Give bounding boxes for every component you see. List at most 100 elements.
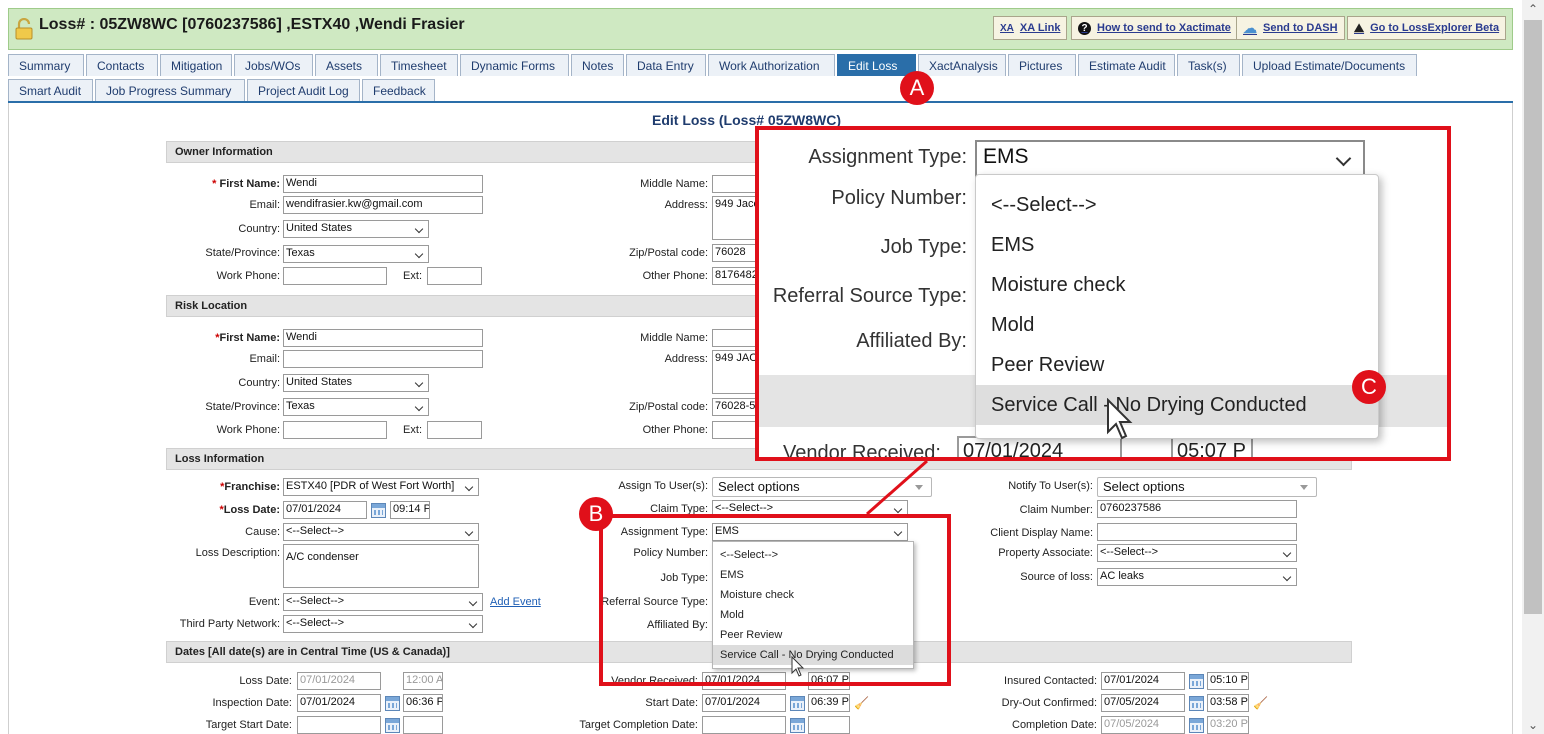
- callout-badge-a: A: [900, 71, 934, 105]
- tab-job-progress-summary[interactable]: Job Progress Summary: [95, 79, 245, 101]
- callout-zoom-box: [755, 126, 1451, 461]
- risk-state-select[interactable]: Texas: [283, 398, 429, 416]
- tab-dynamic-forms[interactable]: Dynamic Forms: [460, 54, 569, 76]
- clear-broom-icon[interactable]: 🧹: [1253, 696, 1268, 710]
- owner-zip-input[interactable]: 76028: [712, 244, 760, 262]
- client-display-name-input[interactable]: [1097, 523, 1297, 541]
- owner-first-name-label: * First Name:: [212, 178, 280, 190]
- target-start-time-input[interactable]: [403, 716, 443, 734]
- tab-estimate-audit[interactable]: Estimate Audit: [1078, 54, 1175, 76]
- scrollbar-thumb[interactable]: [1524, 20, 1542, 614]
- cause-select[interactable]: <--Select-->: [283, 523, 479, 541]
- tab-summary[interactable]: Summary: [8, 54, 84, 76]
- notify-to-users-select[interactable]: Select options: [1097, 477, 1317, 497]
- insured-contacted-date-input[interactable]: 07/01/2024: [1101, 672, 1185, 690]
- tab-assets[interactable]: Assets: [315, 54, 378, 76]
- loss-description-textarea[interactable]: A/C condenser: [283, 544, 479, 588]
- source-of-loss-select[interactable]: AC leaks: [1097, 568, 1297, 586]
- dates-loss-date-input[interactable]: 07/01/2024: [297, 672, 381, 690]
- calendar-icon[interactable]: [371, 503, 386, 518]
- owner-ext-input[interactable]: [427, 267, 482, 285]
- xa-icon: XA: [1000, 22, 1014, 34]
- owner-work-phone-label: Work Phone:: [216, 270, 280, 282]
- franchise-select[interactable]: ESTX40 [PDR of West Fort Worth]: [283, 478, 479, 496]
- dry-out-confirmed-time-input[interactable]: 03:58 P: [1207, 694, 1249, 712]
- risk-country-select[interactable]: United States: [283, 374, 429, 392]
- calendar-icon[interactable]: [1189, 674, 1204, 689]
- tab-jobs-wos[interactable]: Jobs/WOs: [234, 54, 313, 76]
- event-select[interactable]: <--Select-->: [283, 593, 483, 611]
- start-time-input[interactable]: 06:39 P: [808, 694, 850, 712]
- start-date-input[interactable]: 07/01/2024: [702, 694, 786, 712]
- risk-address-input[interactable]: 949 JAC: [712, 350, 760, 394]
- inspection-time-input[interactable]: 06:36 P: [403, 694, 443, 712]
- calendar-icon[interactable]: [385, 696, 400, 711]
- risk-first-name-label: *First Name:: [215, 332, 280, 344]
- third-party-network-select[interactable]: <--Select-->: [283, 615, 483, 633]
- tab-project-audit-log[interactable]: Project Audit Log: [247, 79, 360, 101]
- tab-tasks[interactable]: Task(s): [1177, 54, 1240, 76]
- assign-to-users-select[interactable]: Select options: [712, 477, 932, 497]
- calendar-icon[interactable]: [790, 718, 805, 733]
- owner-work-phone-input[interactable]: [283, 267, 387, 285]
- tab-edit-loss[interactable]: Edit Loss: [837, 54, 916, 76]
- tab-upload-estimate-documents[interactable]: Upload Estimate/Documents: [1242, 54, 1417, 76]
- inspection-date-input[interactable]: 07/01/2024: [297, 694, 381, 712]
- tab-pictures[interactable]: Pictures: [1008, 54, 1076, 76]
- tab-notes[interactable]: Notes: [571, 54, 624, 76]
- risk-work-phone-label: Work Phone:: [216, 424, 280, 436]
- dry-out-confirmed-date-input[interactable]: 07/05/2024: [1101, 694, 1185, 712]
- tab-smart-audit[interactable]: Smart Audit: [8, 79, 93, 101]
- clear-broom-icon[interactable]: 🧹: [854, 696, 869, 710]
- tab-data-entry[interactable]: Data Entry: [626, 54, 706, 76]
- claim-number-input[interactable]: 0760237586: [1097, 500, 1297, 518]
- risk-ext-input[interactable]: [427, 421, 482, 439]
- owner-first-name-input[interactable]: Wendi: [283, 175, 483, 193]
- calendar-icon[interactable]: [1189, 718, 1204, 733]
- owner-other-phone-input[interactable]: 8176482: [712, 267, 760, 285]
- go-to-lossexplorer-button[interactable]: ⛰ Go to LossExplorer Beta: [1347, 16, 1507, 40]
- target-completion-time-input[interactable]: [808, 716, 850, 734]
- scroll-up-arrow-icon[interactable]: ⌃: [1527, 3, 1539, 15]
- calendar-icon[interactable]: [385, 718, 400, 733]
- risk-middle-name-input[interactable]: [712, 329, 760, 347]
- loss-date-input[interactable]: 07/01/2024: [283, 501, 367, 519]
- property-associate-select[interactable]: <--Select-->: [1097, 544, 1297, 562]
- completion-time-input[interactable]: 03:20 P: [1207, 716, 1249, 734]
- owner-email-input[interactable]: wendifrasier.kw@gmail.com: [283, 196, 483, 214]
- lock-icon: [15, 18, 33, 40]
- risk-work-phone-input[interactable]: [283, 421, 387, 439]
- dates-loss-time-input[interactable]: 12:00 A: [403, 672, 443, 690]
- loss-description-label: Loss Description:: [195, 547, 280, 559]
- insured-contacted-time-input[interactable]: 05:10 P: [1207, 672, 1249, 690]
- tab-work-authorization[interactable]: Work Authorization: [708, 54, 835, 76]
- target-start-date-input[interactable]: [297, 716, 381, 734]
- calendar-icon[interactable]: [1189, 696, 1204, 711]
- send-to-dash-button[interactable]: ☁ Send to DASH: [1236, 16, 1345, 40]
- binoculars-icon: ⛰: [1354, 20, 1365, 35]
- tab-feedback[interactable]: Feedback: [362, 79, 435, 101]
- completion-date-input[interactable]: 07/05/2024: [1101, 716, 1185, 734]
- owner-ext-label: Ext:: [403, 270, 422, 282]
- add-event-link[interactable]: Add Event: [490, 596, 541, 608]
- loss-time-input[interactable]: 09:14 P: [390, 501, 430, 519]
- xa-link-button[interactable]: XA XA Link: [993, 16, 1068, 40]
- target-completion-date-input[interactable]: [702, 716, 786, 734]
- owner-country-select[interactable]: United States: [283, 220, 429, 238]
- risk-email-input[interactable]: [283, 350, 483, 368]
- tab-contacts[interactable]: Contacts: [86, 54, 158, 76]
- owner-state-select[interactable]: Texas: [283, 245, 429, 263]
- risk-first-name-input[interactable]: Wendi: [283, 329, 483, 347]
- risk-zip-input[interactable]: 76028-51: [712, 398, 760, 416]
- scroll-down-arrow-icon[interactable]: ⌄: [1527, 719, 1539, 731]
- owner-address-input[interactable]: 949 Jacc: [712, 196, 760, 240]
- tab-timesheet[interactable]: Timesheet: [380, 54, 458, 76]
- client-display-name-label: Client Display Name:: [990, 527, 1093, 539]
- how-to-send-xactimate-button[interactable]: ? How to send to Xactimate: [1071, 16, 1238, 40]
- calendar-icon[interactable]: [790, 696, 805, 711]
- risk-other-phone-input[interactable]: [712, 421, 760, 439]
- tab-xactanalysis[interactable]: XactAnalysis: [918, 54, 1006, 76]
- help-icon: ?: [1078, 21, 1091, 35]
- owner-middle-name-input[interactable]: [712, 175, 760, 193]
- tab-mitigation[interactable]: Mitigation: [160, 54, 232, 76]
